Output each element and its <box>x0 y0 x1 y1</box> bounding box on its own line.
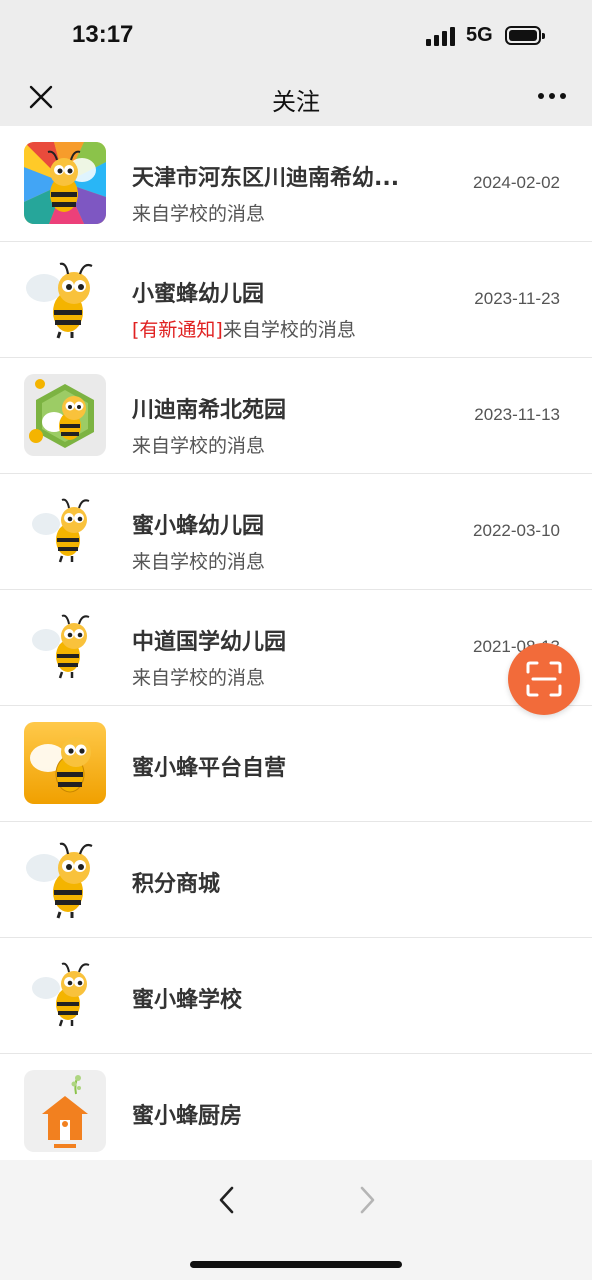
nav-bar: 关注 <box>0 70 592 126</box>
new-notice-tag: [有新通知] <box>132 319 223 341</box>
bee-icon <box>24 838 106 920</box>
scan-button[interactable] <box>508 643 580 715</box>
bee-orange-tile-icon <box>24 722 106 804</box>
back-icon[interactable] <box>212 1182 242 1218</box>
item-title: 蜜小蜂学校 <box>132 988 243 1013</box>
list-item[interactable]: 蜜小蜂学校 <box>0 938 592 1054</box>
list-item[interactable]: 积分商城 <box>0 822 592 938</box>
item-title: 小蜜蜂幼儿园 <box>132 282 265 307</box>
status-bar: 13:17 5G <box>0 0 592 70</box>
more-icon[interactable] <box>536 86 568 106</box>
bee-rainbow-icon <box>24 142 106 224</box>
item-subtitle: [有新通知]来自学校的消息 <box>132 319 356 341</box>
list-item[interactable]: 蜜小蜂平台自营 <box>0 706 592 822</box>
item-title: 蜜小蜂平台自营 <box>132 756 287 781</box>
item-subtitle: 来自学校的消息 <box>132 667 266 689</box>
item-title: 中道国学幼儿园 <box>132 630 287 655</box>
bottom-toolbar <box>0 1160 592 1280</box>
item-title: 天津市河东区川迪南希幼... <box>132 166 400 191</box>
item-subtitle: 来自学校的消息 <box>132 435 266 457</box>
item-subtitle: 来自学校的消息 <box>132 551 266 573</box>
item-subtitle: 来自学校的消息 <box>132 203 266 225</box>
list-item[interactable]: 小蜜蜂幼儿园 [有新通知]来自学校的消息 2023-11-23 <box>0 242 592 358</box>
status-time: 13:17 <box>72 21 134 48</box>
item-date: 2023-11-23 <box>474 289 560 308</box>
item-date: 2024-02-02 <box>473 173 560 192</box>
bee-icon <box>24 258 106 340</box>
bee-hexagon-icon <box>24 374 106 456</box>
battery-icon <box>505 26 545 45</box>
list-item[interactable]: 天津市河东区川迪南希幼... 来自学校的消息 2024-02-02 <box>0 126 592 242</box>
item-title: 积分商城 <box>132 872 221 897</box>
item-title: 蜜小蜂幼儿园 <box>132 514 265 539</box>
item-title: 川迪南希北苑园 <box>132 398 287 423</box>
bee-icon <box>24 954 106 1036</box>
bee-icon <box>24 606 106 688</box>
kitchen-house-icon <box>24 1070 106 1152</box>
item-date: 2023-11-13 <box>474 405 560 424</box>
signal-icon <box>426 26 458 46</box>
item-title: 蜜小蜂厨房 <box>132 1104 243 1129</box>
network-type: 5G <box>466 24 493 46</box>
list-item[interactable]: 中道国学幼儿园 来自学校的消息 2021-08-13 <box>0 590 592 706</box>
item-date: 2022-03-10 <box>473 521 560 540</box>
bee-icon <box>24 490 106 572</box>
forward-icon[interactable] <box>352 1182 382 1218</box>
list-item[interactable]: 川迪南希北苑园 来自学校的消息 2023-11-13 <box>0 358 592 474</box>
account-list: 天津市河东区川迪南希幼... 来自学校的消息 2024-02-02 小蜜蜂幼儿园… <box>0 126 592 1160</box>
list-item[interactable]: 蜜小蜂幼儿园 来自学校的消息 2022-03-10 <box>0 474 592 590</box>
page-title: 关注 <box>272 88 320 116</box>
scan-icon <box>526 661 562 697</box>
home-indicator <box>190 1261 402 1268</box>
list-item[interactable]: 蜜小蜂厨房 <box>0 1054 592 1160</box>
